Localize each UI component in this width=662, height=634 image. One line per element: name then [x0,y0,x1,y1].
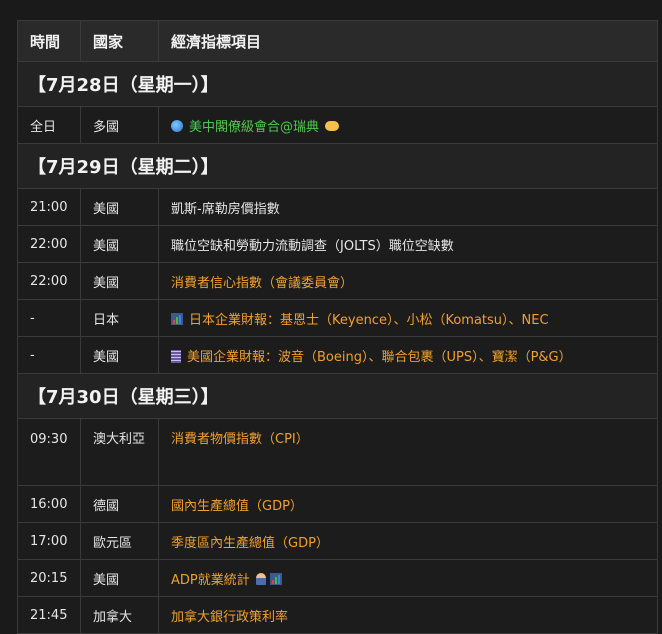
date-heading: 【7月30日（星期三）】 [17,373,658,419]
indicator-text: 消費者物價指數（CPI） [171,432,309,447]
indicator-text: 職位空缺和勞動力流動調查（JOLTS）職位空缺數 [171,238,454,254]
table-row: 22:00 美國 消費者信心指數（會議委員會） [17,262,658,300]
time-cell: 22:00 [17,225,81,263]
indicator-text: 日本企業財報：基恩士（Keyence）、小松（Komatsu）、NEC [189,312,549,328]
indicator-text: ADP就業統計 [171,572,250,588]
indicator-text: 國內生產總值（GDP） [171,498,303,514]
table-row: 22:00 美國 職位空缺和勞動力流動調查（JOLTS）職位空缺數 [17,225,658,263]
building-icon [171,349,181,363]
table-row: 09:30 澳大利亞 消費者物價指數（CPI） [17,418,658,486]
header-indicator: 經濟指標項目 [158,20,658,62]
date-row: 【7月29日（星期二）】 [17,143,658,189]
country-cell: 美國 [80,262,159,300]
time-cell: 16:00 [17,485,81,523]
indicator-cell: 凱斯-席勒房價指數 [158,188,658,226]
time-cell: - [17,299,81,337]
date-heading: 【7月28日（星期一）】 [17,61,658,107]
table-row: - 美國 美國企業財報：波音（Boeing）、聯合包裹（UPS）、寶潔（P&G） [17,336,658,374]
indicator-text: 季度區內生產總值（GDP） [171,535,329,551]
indicator-cell: 消費者物價指數（CPI） [158,418,658,486]
indicator-text: 美中閣僚級會合@瑞典 [189,119,320,135]
date-heading: 【7月29日（星期二）】 [17,143,658,189]
indicator-cell: 職位空缺和勞動力流動調查（JOLTS）職位空缺數 [158,225,658,263]
country-cell: 加拿大 [80,596,159,634]
person-icon [255,572,266,585]
indicator-text: 凱斯-席勒房價指數 [171,201,280,217]
indicator-text: 加拿大銀行政策利率 [171,609,289,625]
indicator-cell: 加拿大銀行政策利率 [158,596,658,634]
country-cell: 多國 [80,106,159,144]
country-cell: 澳大利亞 [80,418,159,486]
indicator-cell: 美中閣僚級會合@瑞典 [158,106,658,144]
time-cell: 22:00 [17,262,81,300]
date-row: 【7月30日（星期三）】 [17,373,658,419]
country-cell: 美國 [80,336,159,374]
indicator-cell: 消費者信心指數（會議委員會） [158,262,658,300]
indicator-text: 消費者信心指數（會議委員會） [171,275,354,291]
country-cell: 德國 [80,485,159,523]
country-cell: 日本 [80,299,159,337]
time-cell: 20:15 [17,559,81,597]
indicator-cell: 國內生產總值（GDP） [158,485,658,523]
indicator-cell: 季度區內生產總值（GDP） [158,522,658,560]
time-cell: - [17,336,81,374]
country-cell: 美國 [80,559,159,597]
header-country: 國家 [80,20,159,62]
table-row: 20:15 美國 ADP就業統計 [17,559,658,597]
calendar-table: 時間 國家 經濟指標項目 【7月28日（星期一）】 全日 多國 美中閣僚級會合@… [17,20,658,634]
time-cell: 17:00 [17,522,81,560]
chart-icon [171,312,183,325]
time-cell: 21:00 [17,188,81,226]
indicator-text: 美國企業財報：波音（Boeing）、聯合包裹（UPS）、寶潔（P&G） [187,349,572,365]
time-cell: 09:30 [17,418,81,486]
country-cell: 歐元區 [80,522,159,560]
indicator-cell: ADP就業統計 [158,559,658,597]
table-row: 16:00 德國 國內生產總值（GDP） [17,485,658,523]
country-cell: 美國 [80,225,159,263]
economic-calendar: 時間 國家 經濟指標項目 【7月28日（星期一）】 全日 多國 美中閣僚級會合@… [17,20,658,634]
header-row: 時間 國家 經濟指標項目 [17,20,658,62]
globe-icon [171,119,183,132]
table-row: - 日本 日本企業財報：基恩士（Keyence）、小松（Komatsu）、NEC [17,299,658,337]
indicator-cell: 日本企業財報：基恩士（Keyence）、小松（Komatsu）、NEC [158,299,658,337]
table-row: 全日 多國 美中閣僚級會合@瑞典 [17,106,658,144]
time-cell: 21:45 [17,596,81,634]
date-row: 【7月28日（星期一）】 [17,61,658,107]
chart-icon [269,572,282,585]
table-row: 17:00 歐元區 季度區內生產總值（GDP） [17,522,658,560]
table-row: 21:45 加拿大 加拿大銀行政策利率 [17,596,658,634]
header-time: 時間 [17,20,81,62]
indicator-cell: 美國企業財報：波音（Boeing）、聯合包裹（UPS）、寶潔（P&G） [158,336,658,374]
handshake-icon [325,120,340,131]
country-cell: 美國 [80,188,159,226]
time-cell: 全日 [17,106,81,144]
table-row: 21:00 美國 凱斯-席勒房價指數 [17,188,658,226]
